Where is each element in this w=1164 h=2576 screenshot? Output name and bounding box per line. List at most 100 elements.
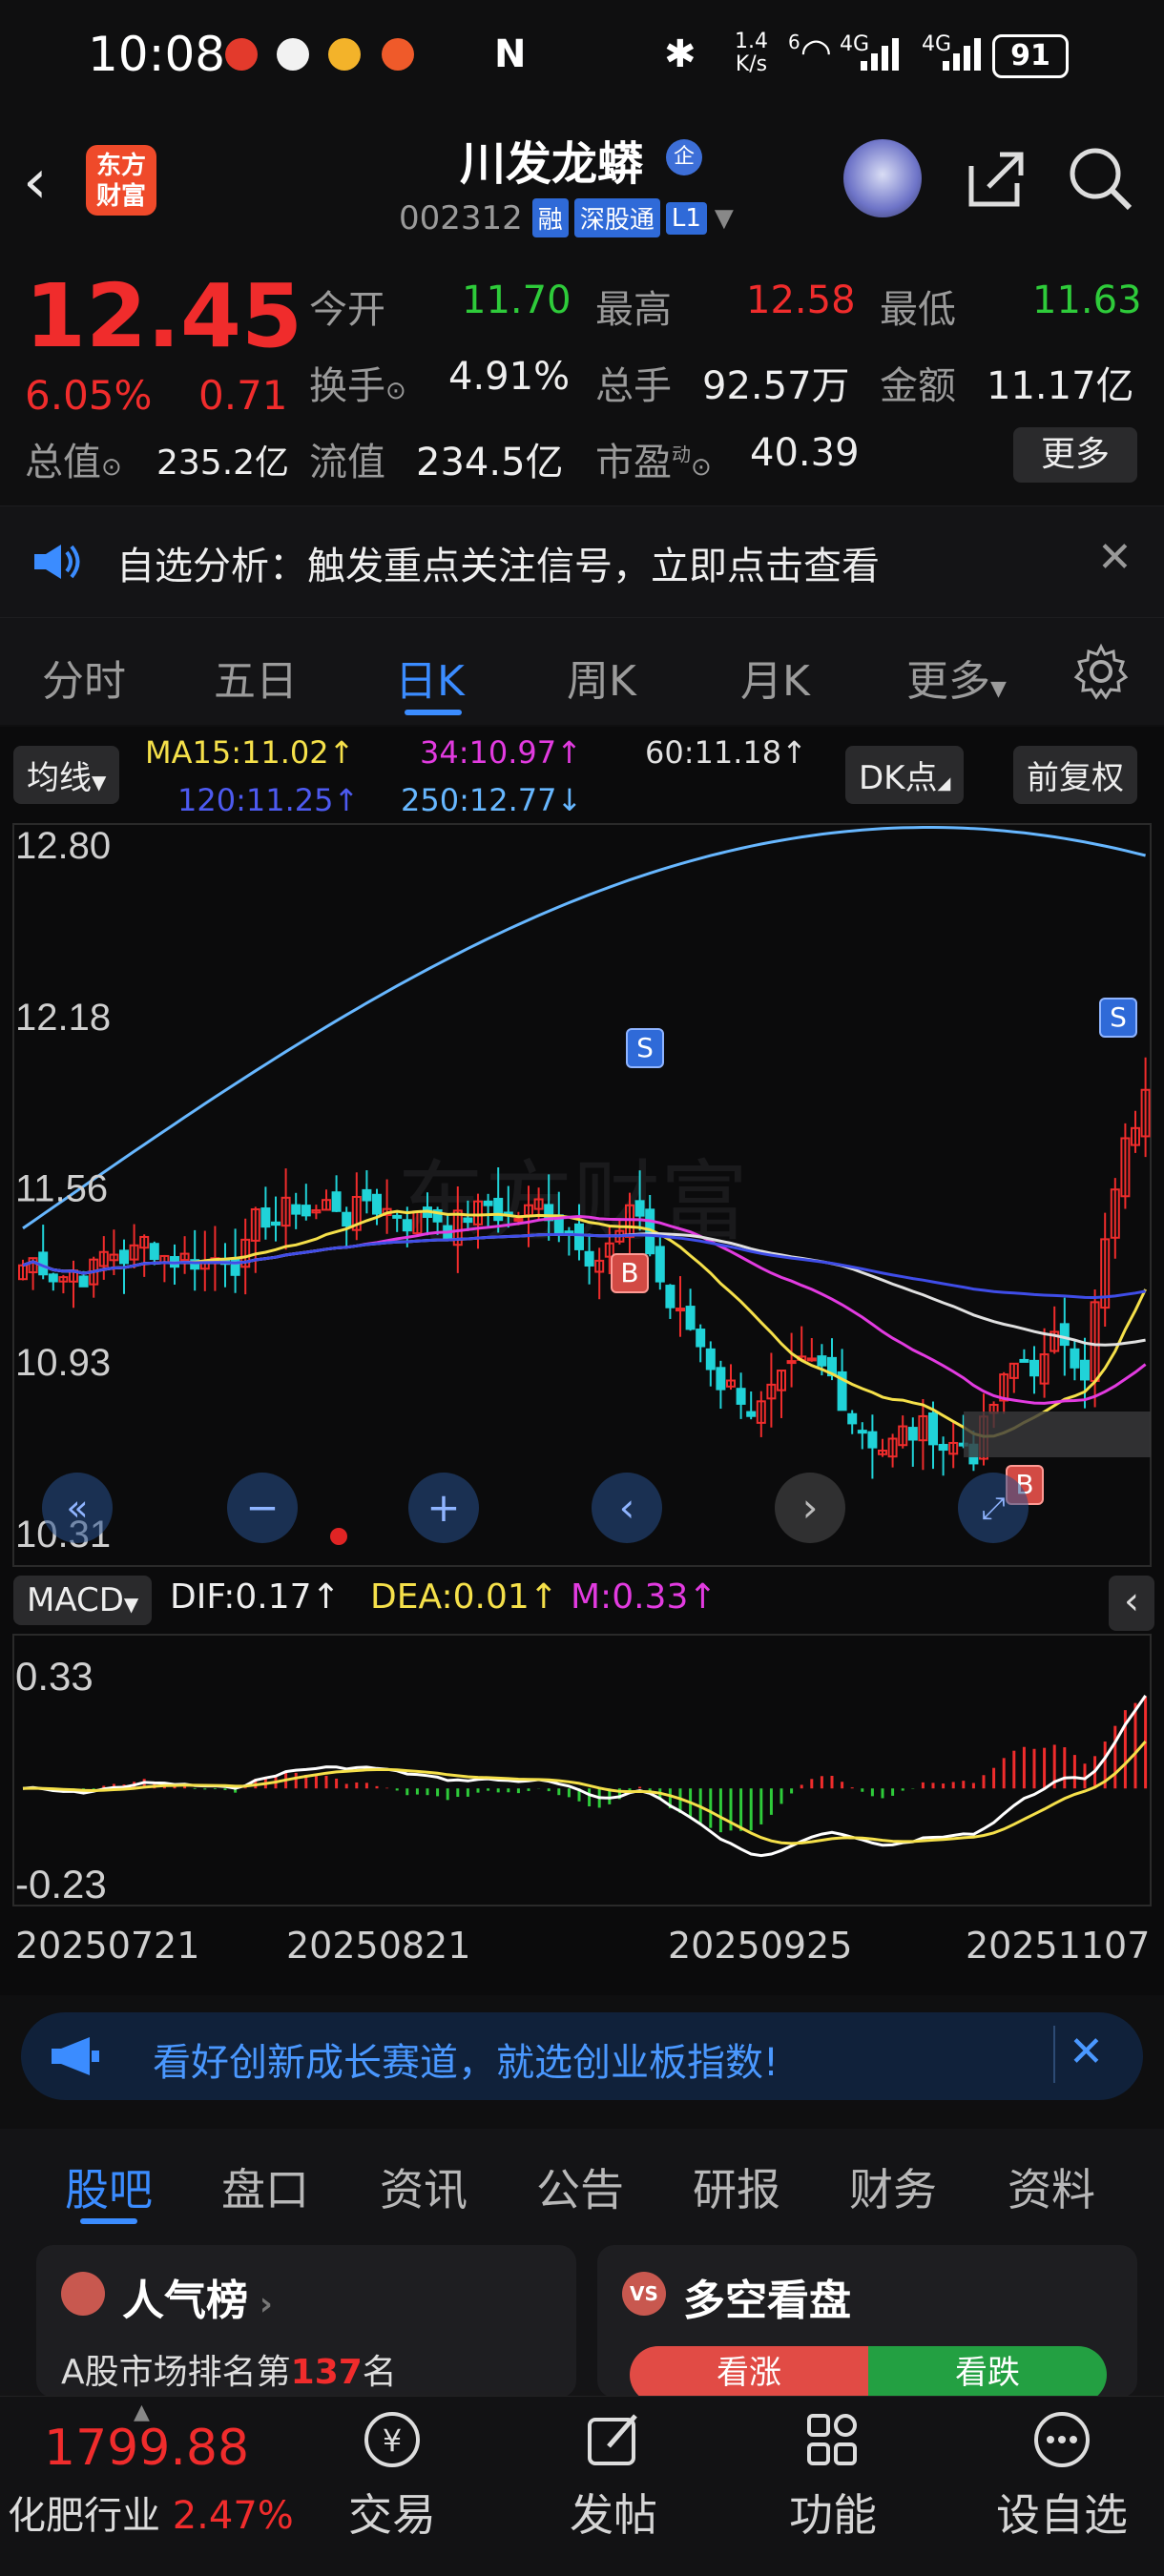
tab-daily-k[interactable]: 日K (395, 647, 465, 708)
tab-research[interactable]: 研报 (693, 2155, 780, 2218)
tab-weekly-k[interactable]: 周K (567, 647, 636, 708)
rewind-icon[interactable]: « (42, 1473, 113, 1543)
date-axis: 20250721 20250821 20250925 20251107 (13, 1921, 1151, 1978)
adjust-mode-button[interactable]: 前复权 (1013, 746, 1137, 804)
dk-point-button[interactable]: DK点◢ (845, 746, 965, 804)
current-price: 12.45 (25, 265, 303, 367)
nav-post[interactable]: 发帖 (542, 2406, 685, 2544)
nav-add-watchlist[interactable]: 设自选 (981, 2406, 1143, 2544)
status-bar: 10:08 N ✱ 1.4 K/s 6◠ 4G 4G 91 (0, 0, 1164, 114)
sector-name[interactable]: 化肥行业 2.47% (8, 2484, 294, 2540)
chevron-down-icon: ▼ (92, 771, 107, 793)
tab-forum[interactable]: 股吧 (65, 2155, 153, 2218)
nav-functions[interactable]: 功能 (761, 2406, 904, 2544)
close-icon[interactable]: ✕ (1069, 2028, 1104, 2076)
active-tab-indicator (405, 710, 462, 715)
candle-body (634, 1200, 645, 1217)
tab-five-day[interactable]: 五日 (214, 647, 298, 708)
signal-icon (941, 34, 983, 76)
float-label: 流值 (309, 441, 385, 484)
ma15-label: MA15:11.02↑ (145, 734, 355, 771)
stock-header: ‹ 东方 财富 川发龙蟒 企 002312 融 深股通 L1 ▼ (0, 114, 1164, 248)
candle-body (676, 1308, 685, 1312)
fullscreen-icon[interactable]: ⤢ (958, 1473, 1029, 1543)
candle-body (1070, 1348, 1080, 1369)
bull-button[interactable]: 看涨 (630, 2346, 868, 2398)
candle-body (746, 1411, 757, 1417)
candle-body (705, 1348, 716, 1370)
share-icon[interactable] (962, 145, 1029, 216)
tab-intraday[interactable]: 分时 (42, 647, 126, 708)
change-percent: 6.05% (25, 372, 153, 419)
feature-cards: 人气榜 › A股市场排名第137名 VS 多空看盘 看涨 看跌 (0, 2234, 1164, 2398)
popularity-card[interactable]: 人气榜 › A股市场排名第137名 (36, 2245, 576, 2398)
macd-histogram (31, 1696, 1148, 1833)
candle-body (655, 1246, 665, 1283)
popularity-rank-text: A股市场排名第137名 (61, 2353, 397, 2392)
candle-body (938, 1443, 948, 1452)
corner-arrow-icon: ◢ (937, 773, 951, 793)
promo-text: 看好创新成长赛道，就选创业板指数! (153, 2041, 779, 2085)
date-tick: 20250721 (15, 1925, 200, 1967)
ma34-label: 34:10.97↑ (420, 734, 582, 771)
period-tabs: 分时 五日 日K 周K 月K 更多▼ (0, 618, 1164, 725)
notification-app-icon (277, 38, 309, 71)
back-icon[interactable]: ‹ (23, 147, 48, 217)
tab-announcements[interactable]: 公告 (536, 2155, 624, 2218)
date-tick: 20251107 (966, 1925, 1151, 1967)
tab-financials[interactable]: 财务 (849, 2155, 937, 2218)
open-label: 今开 (309, 288, 385, 332)
buy-signal-marker[interactable]: B (611, 1253, 649, 1293)
candle-body (696, 1329, 706, 1348)
stock-code-row[interactable]: 002312 融 深股通 L1 ▼ (399, 198, 734, 237)
notification-app-icon (328, 38, 361, 71)
candle-body (857, 1430, 867, 1434)
chevron-down-icon: ▼ (990, 677, 1007, 701)
macd-plot[interactable]: 0.33 -0.23 (0, 1633, 1164, 1909)
ai-assistant-icon[interactable] (843, 139, 922, 217)
tab-order-book[interactable]: 盘口 (221, 2155, 309, 2218)
tab-more[interactable]: 更多▼ (906, 647, 1007, 708)
close-icon[interactable]: ✕ (1097, 533, 1133, 582)
float-value: 234.5亿 (416, 441, 564, 484)
candle-body (1080, 1359, 1090, 1381)
pan-right-icon[interactable]: › (775, 1473, 845, 1543)
tab-profile[interactable]: 资料 (1008, 2155, 1095, 2218)
pan-left-icon[interactable]: ‹ (592, 1473, 662, 1543)
candlestick-plot[interactable]: 东方财富 12.8012.1811.5610.9310.31 (0, 822, 1164, 1568)
ma-selector[interactable]: 均线▼ (13, 746, 120, 804)
notification-app-icon (382, 38, 414, 71)
low-label: 最低 (880, 288, 956, 332)
price-tick: 12.18 (15, 997, 111, 1039)
macd-line (22, 1695, 1147, 1858)
gear-icon[interactable] (1072, 643, 1130, 704)
collapse-panel-icon[interactable]: ‹ (1109, 1576, 1154, 1631)
search-icon[interactable] (1067, 145, 1135, 217)
ma120-label: 120:11.25↑ (177, 782, 360, 818)
bear-button[interactable]: 看跌 (868, 2346, 1107, 2398)
sell-signal-marker[interactable]: S (1099, 998, 1137, 1038)
sell-signal-marker[interactable]: S (626, 1028, 664, 1068)
notice-bar[interactable]: 自选分析：触发重点关注信号，立即点击查看 ✕ (0, 505, 1164, 618)
connect-tag: 深股通 (573, 198, 660, 237)
sector-index-value[interactable]: 1799.88 (44, 2420, 249, 2477)
candle-body (48, 1273, 58, 1283)
bull-bear-card[interactable]: VS 多空看盘 看涨 看跌 (597, 2245, 1137, 2398)
more-button[interactable]: 更多 (1013, 427, 1137, 483)
zoom-out-icon[interactable]: − (227, 1473, 298, 1543)
zoom-in-icon[interactable]: + (408, 1473, 479, 1543)
bluetooth-icon: ✱ (664, 32, 696, 76)
notice-text: 自选分析：触发重点关注信号，立即点击查看 (116, 545, 880, 588)
more-dots-icon (1034, 2412, 1090, 2467)
trade-icon: ¥ (364, 2412, 420, 2467)
tab-monthly-k[interactable]: 月K (740, 647, 810, 708)
candle-body (78, 1275, 89, 1288)
macd-selector[interactable]: MACD▼ (13, 1576, 153, 1625)
megaphone-icon (48, 2033, 101, 2083)
info-icon: ⊙ (101, 453, 122, 482)
stock-name: 川发龙蟒 (460, 137, 644, 191)
candle-body (493, 1197, 504, 1222)
tab-news[interactable]: 资讯 (380, 2155, 468, 2218)
nav-trade[interactable]: ¥ 交易 (321, 2406, 464, 2544)
promo-banner[interactable]: 看好创新成长赛道，就选创业板指数! ✕ (21, 2012, 1143, 2100)
